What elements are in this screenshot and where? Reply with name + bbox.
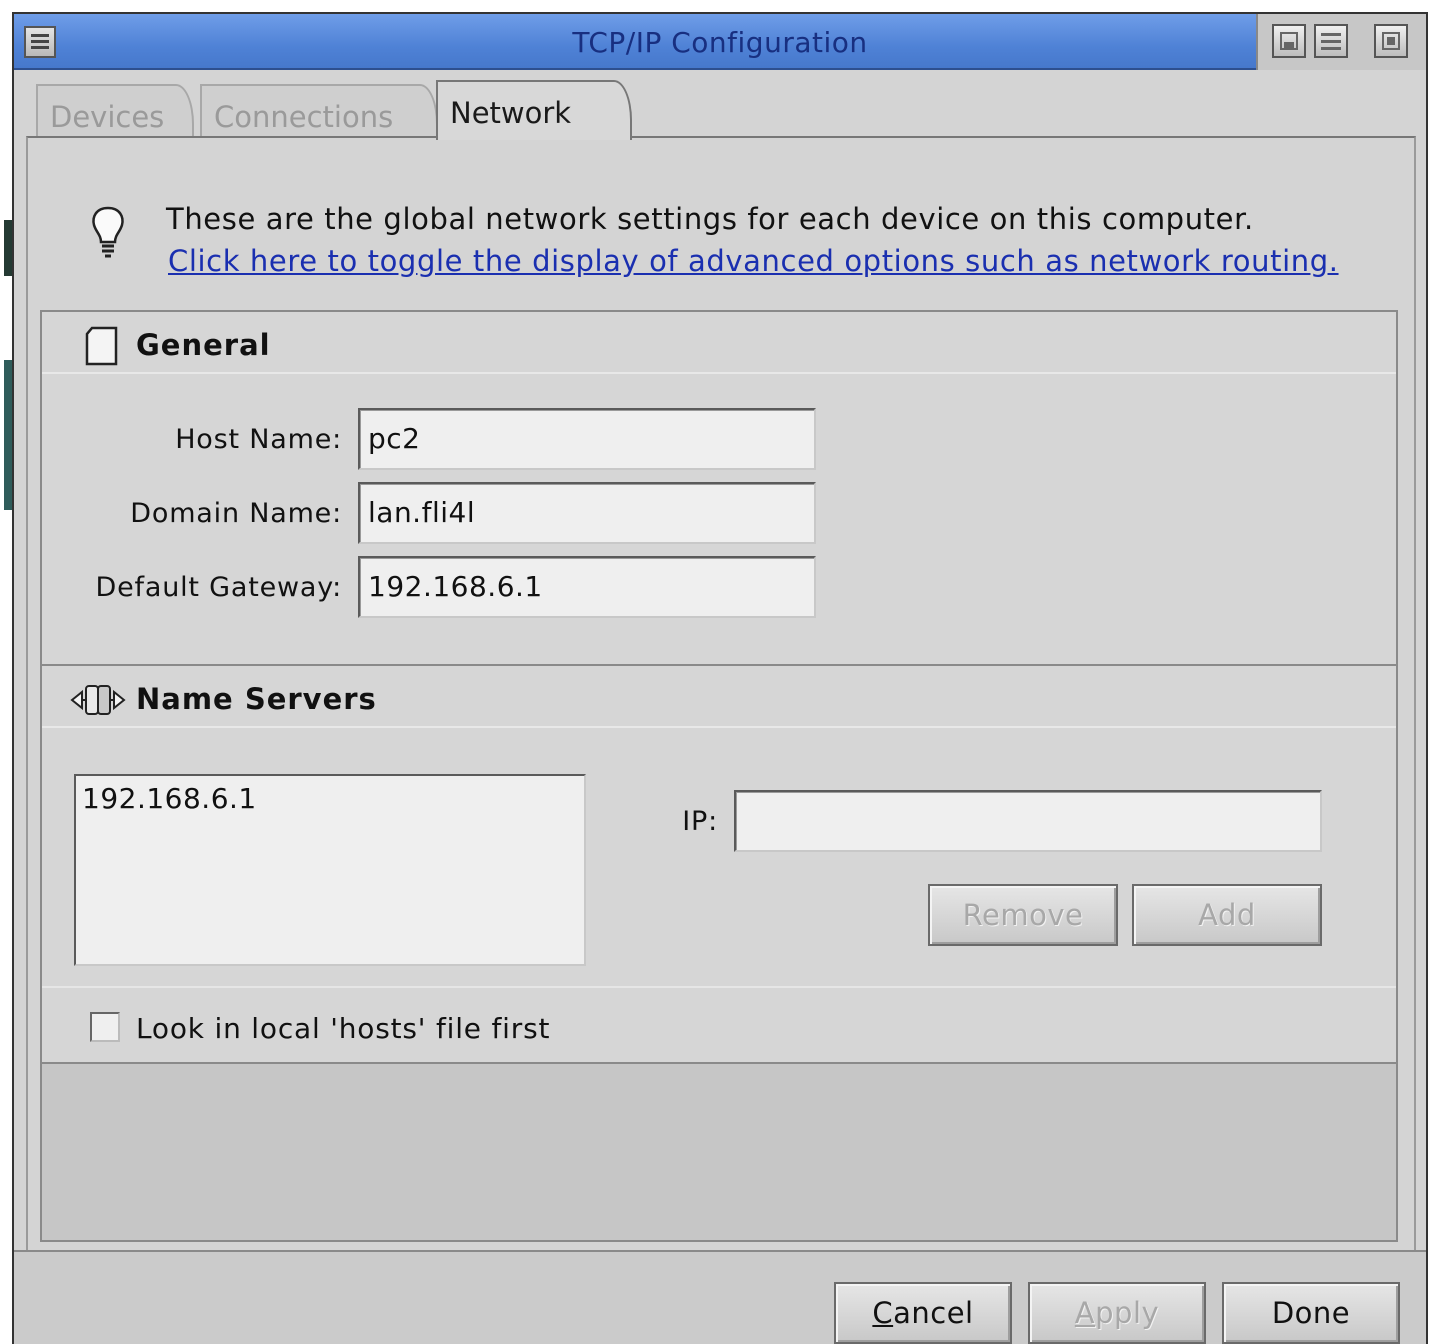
done-button[interactable]: Done xyxy=(1222,1282,1400,1344)
tab-devices[interactable]: Devices xyxy=(36,84,194,138)
tab-label: Connections xyxy=(214,100,394,134)
document-icon xyxy=(85,326,118,366)
title-bar[interactable]: TCP/IP Configuration xyxy=(14,14,1426,70)
default-gateway-field[interactable]: 192.168.6.1 xyxy=(358,556,816,618)
tab-network[interactable]: Network xyxy=(436,80,632,140)
info-text: These are the global network settings fo… xyxy=(166,202,1254,236)
general-section-header: General xyxy=(42,312,1396,374)
name-servers-title: Name Servers xyxy=(136,682,377,716)
default-gateway-label: Default Gateway: xyxy=(95,572,342,603)
name-server-list[interactable]: 192.168.6.1 xyxy=(74,774,586,966)
domain-name-field[interactable]: lan.fli4l xyxy=(358,482,816,544)
tcpip-config-window: TCP/IP Configuration Devices Connections xyxy=(12,12,1428,1344)
section-divider xyxy=(42,986,1396,988)
domain-name-label: Domain Name: xyxy=(130,498,342,529)
add-button[interactable]: Add xyxy=(1132,884,1322,946)
tab-connections[interactable]: Connections xyxy=(200,84,438,138)
name-servers-section-header: Name Servers xyxy=(42,666,1396,728)
host-name-label: Host Name: xyxy=(175,424,342,455)
general-title: General xyxy=(136,328,271,362)
window-controls xyxy=(1256,14,1426,70)
tab-label: Network xyxy=(450,96,572,130)
hosts-file-checkbox[interactable] xyxy=(90,1012,120,1042)
iconify-icon[interactable] xyxy=(1272,24,1306,58)
desktop-fragment xyxy=(4,360,12,510)
advanced-options-link[interactable]: Click here to toggle the display of adva… xyxy=(168,244,1339,278)
list-item[interactable]: 192.168.6.1 xyxy=(82,782,578,815)
ip-label: IP: xyxy=(682,806,718,837)
remove-button[interactable]: Remove xyxy=(928,884,1118,946)
shade-icon[interactable] xyxy=(1314,24,1348,58)
cancel-mnemonic: C xyxy=(872,1296,894,1330)
apply-label: pply xyxy=(1095,1296,1160,1330)
maximize-icon[interactable] xyxy=(1374,24,1408,58)
lightbulb-icon xyxy=(92,206,124,258)
dialog-button-bar: Cancel Apply Done xyxy=(14,1250,1426,1344)
desktop-fragment xyxy=(4,220,12,276)
cancel-button[interactable]: Cancel xyxy=(834,1282,1012,1344)
tab-bar: Devices Connections Network xyxy=(34,80,1414,140)
window-title: TCP/IP Configuration xyxy=(572,26,868,59)
ip-field[interactable] xyxy=(734,790,1322,852)
settings-panel: General Host Name: pc2 Domain Name: lan.… xyxy=(40,310,1398,1242)
hosts-file-checkbox-label[interactable]: Look in local 'hosts' file first xyxy=(136,1012,550,1045)
apply-button[interactable]: Apply xyxy=(1028,1282,1206,1344)
tab-label: Devices xyxy=(50,100,165,134)
cancel-label: ancel xyxy=(893,1296,974,1330)
apply-mnemonic: A xyxy=(1074,1296,1096,1330)
host-name-field[interactable]: pc2 xyxy=(358,408,816,470)
network-arrows-icon xyxy=(70,685,126,715)
empty-area xyxy=(42,1062,1396,1240)
